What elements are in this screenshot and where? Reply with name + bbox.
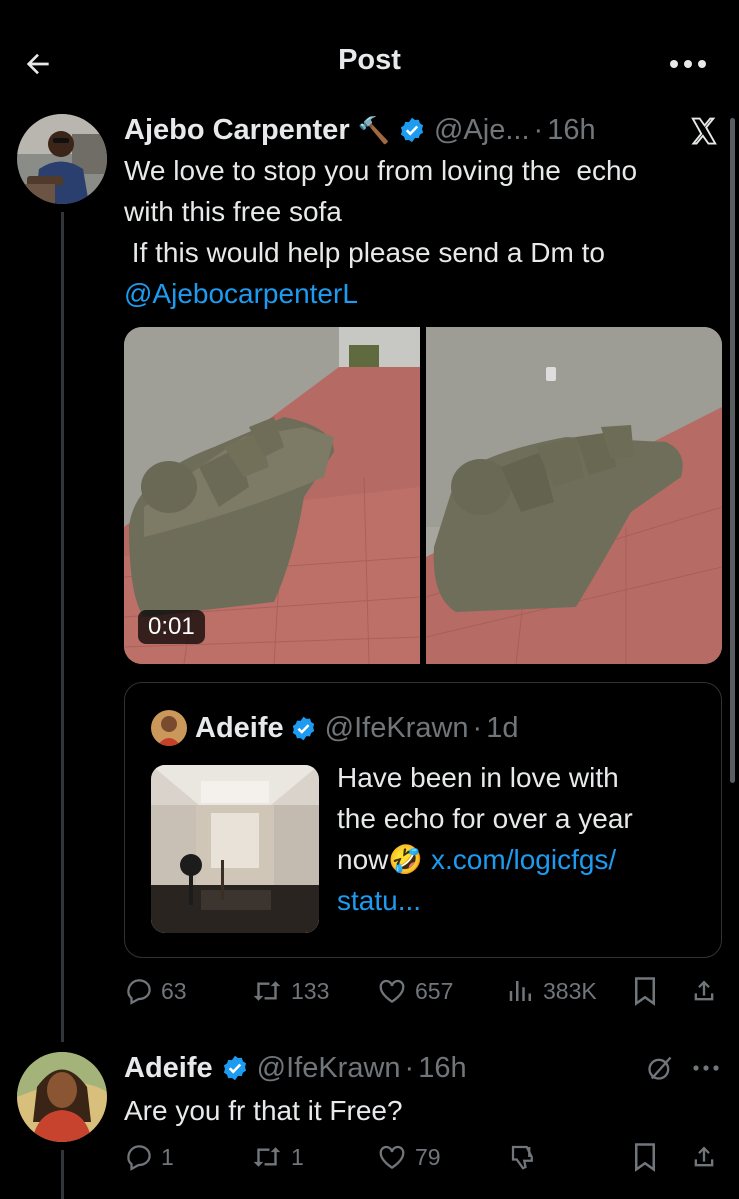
heart-icon bbox=[379, 979, 405, 1003]
quote-text-fragment: now bbox=[337, 844, 389, 875]
more-horizontal-icon bbox=[670, 60, 706, 68]
top-bar: Post bbox=[0, 0, 739, 120]
dislike-icon bbox=[511, 1145, 533, 1170]
quote-link[interactable]: x.com/logicfgs/ bbox=[431, 844, 616, 875]
views-icon bbox=[509, 981, 531, 1001]
author-emoji: 🔨 bbox=[357, 114, 390, 145]
quote-author-name: Adeife bbox=[195, 711, 284, 744]
reply-text: Are you fr that it Free? bbox=[124, 1095, 403, 1126]
grok-icon bbox=[691, 117, 717, 145]
repost-icon bbox=[253, 981, 281, 1001]
repost-count: 1 bbox=[291, 1143, 304, 1170]
verified-badge-icon bbox=[223, 1055, 246, 1081]
post-text-line: with this free sofa bbox=[124, 196, 342, 227]
post-text: We love to stop you from loving the echo… bbox=[124, 150, 724, 314]
like-button[interactable]: 79 bbox=[376, 1142, 441, 1172]
grok-button[interactable] bbox=[644, 1052, 676, 1084]
quote-text-line: Have been in love with bbox=[337, 762, 619, 793]
view-count: 383K bbox=[543, 977, 597, 1004]
post-actions: 63 133 657 383K bbox=[124, 972, 724, 1012]
post-text-line: We love to stop you from loving the echo bbox=[124, 155, 638, 186]
bookmark-button[interactable] bbox=[630, 976, 660, 1006]
share-button[interactable] bbox=[689, 976, 719, 1006]
reply-button[interactable]: 1 bbox=[124, 1142, 174, 1172]
author-name[interactable]: Ajebo Carpenter bbox=[124, 114, 350, 147]
verified-badge-icon bbox=[292, 716, 314, 740]
quote-header: Adeife @IfeKrawn · 1d bbox=[195, 708, 518, 748]
quote-author-handle: @IfeKrawn bbox=[324, 711, 469, 744]
quote-text-line: now🤣 x.com/logicfgs/ bbox=[337, 839, 707, 880]
reply-button[interactable]: 63 bbox=[124, 976, 187, 1006]
quote-link[interactable]: statu... bbox=[337, 880, 707, 921]
page-title: Post bbox=[338, 44, 401, 76]
thread-line bbox=[61, 212, 64, 1042]
mention-link[interactable]: @AjebocarpenterL bbox=[124, 273, 724, 314]
repost-button[interactable]: 1 bbox=[250, 1142, 304, 1172]
quote-author-avatar bbox=[151, 710, 187, 746]
grok-button[interactable] bbox=[686, 114, 722, 148]
like-count: 79 bbox=[415, 1143, 441, 1170]
repost-icon bbox=[253, 1147, 281, 1167]
reply-author-handle[interactable]: @IfeKrawn bbox=[257, 1052, 401, 1085]
photo-thumbnail[interactable] bbox=[426, 327, 722, 664]
thread-line bbox=[61, 1150, 64, 1199]
video-duration: 0:01 bbox=[138, 610, 205, 644]
share-icon bbox=[694, 980, 714, 1001]
author-handle[interactable]: @Aje... bbox=[434, 114, 530, 147]
reply-count: 1 bbox=[161, 1143, 174, 1170]
video-thumbnail[interactable]: 0:01 bbox=[124, 327, 420, 664]
reply-icon bbox=[127, 979, 151, 1005]
main-post-header: Ajebo Carpenter 🔨 @Aje... · 16h bbox=[124, 110, 596, 150]
more-options-button[interactable] bbox=[664, 44, 712, 84]
like-count: 657 bbox=[415, 977, 454, 1004]
repost-button[interactable]: 133 bbox=[250, 976, 329, 1006]
reply-author-avatar[interactable] bbox=[17, 1052, 107, 1142]
reply-icon bbox=[127, 1145, 151, 1171]
heart-icon bbox=[379, 1145, 405, 1169]
separator: · bbox=[472, 711, 483, 744]
bookmark-icon bbox=[635, 1143, 655, 1172]
repost-count: 133 bbox=[291, 977, 330, 1004]
views-button[interactable]: 383K bbox=[506, 976, 597, 1006]
bookmark-icon bbox=[635, 977, 655, 1006]
media-grid: 0:01 bbox=[124, 327, 722, 664]
quote-thumbnail bbox=[151, 765, 319, 933]
emoji: 🤣 bbox=[388, 844, 424, 875]
separator: · bbox=[533, 113, 544, 146]
reply-header: Adeife @IfeKrawn · 16h bbox=[124, 1048, 467, 1088]
share-button[interactable] bbox=[689, 1142, 719, 1172]
quote-time: 1d bbox=[486, 711, 519, 744]
quote-text-line: the echo for over a year bbox=[337, 803, 633, 834]
like-button[interactable]: 657 bbox=[376, 976, 453, 1006]
share-icon bbox=[694, 1146, 714, 1167]
reply-author-name[interactable]: Adeife bbox=[124, 1052, 213, 1085]
dislike-button[interactable] bbox=[506, 1142, 540, 1172]
quoted-post[interactable]: Adeife @IfeKrawn · 1d Have been in love … bbox=[124, 682, 722, 958]
post-text-line: If this would help please send a Dm to bbox=[124, 237, 605, 268]
reply-actions: 1 1 79 bbox=[124, 1142, 724, 1178]
reply-more-button[interactable] bbox=[690, 1056, 722, 1080]
author-avatar[interactable] bbox=[17, 114, 107, 204]
verified-badge-icon bbox=[400, 117, 424, 143]
scrollbar[interactable] bbox=[730, 118, 735, 783]
bookmark-button[interactable] bbox=[630, 1142, 660, 1172]
post-time[interactable]: 16h bbox=[547, 114, 595, 147]
reply-time[interactable]: 16h bbox=[418, 1052, 466, 1085]
quote-text: Have been in love with the echo for over… bbox=[337, 757, 707, 921]
more-horizontal-icon bbox=[693, 1065, 719, 1071]
separator: · bbox=[404, 1051, 415, 1084]
reply-count: 63 bbox=[161, 977, 187, 1004]
grok-icon bbox=[648, 1056, 672, 1080]
